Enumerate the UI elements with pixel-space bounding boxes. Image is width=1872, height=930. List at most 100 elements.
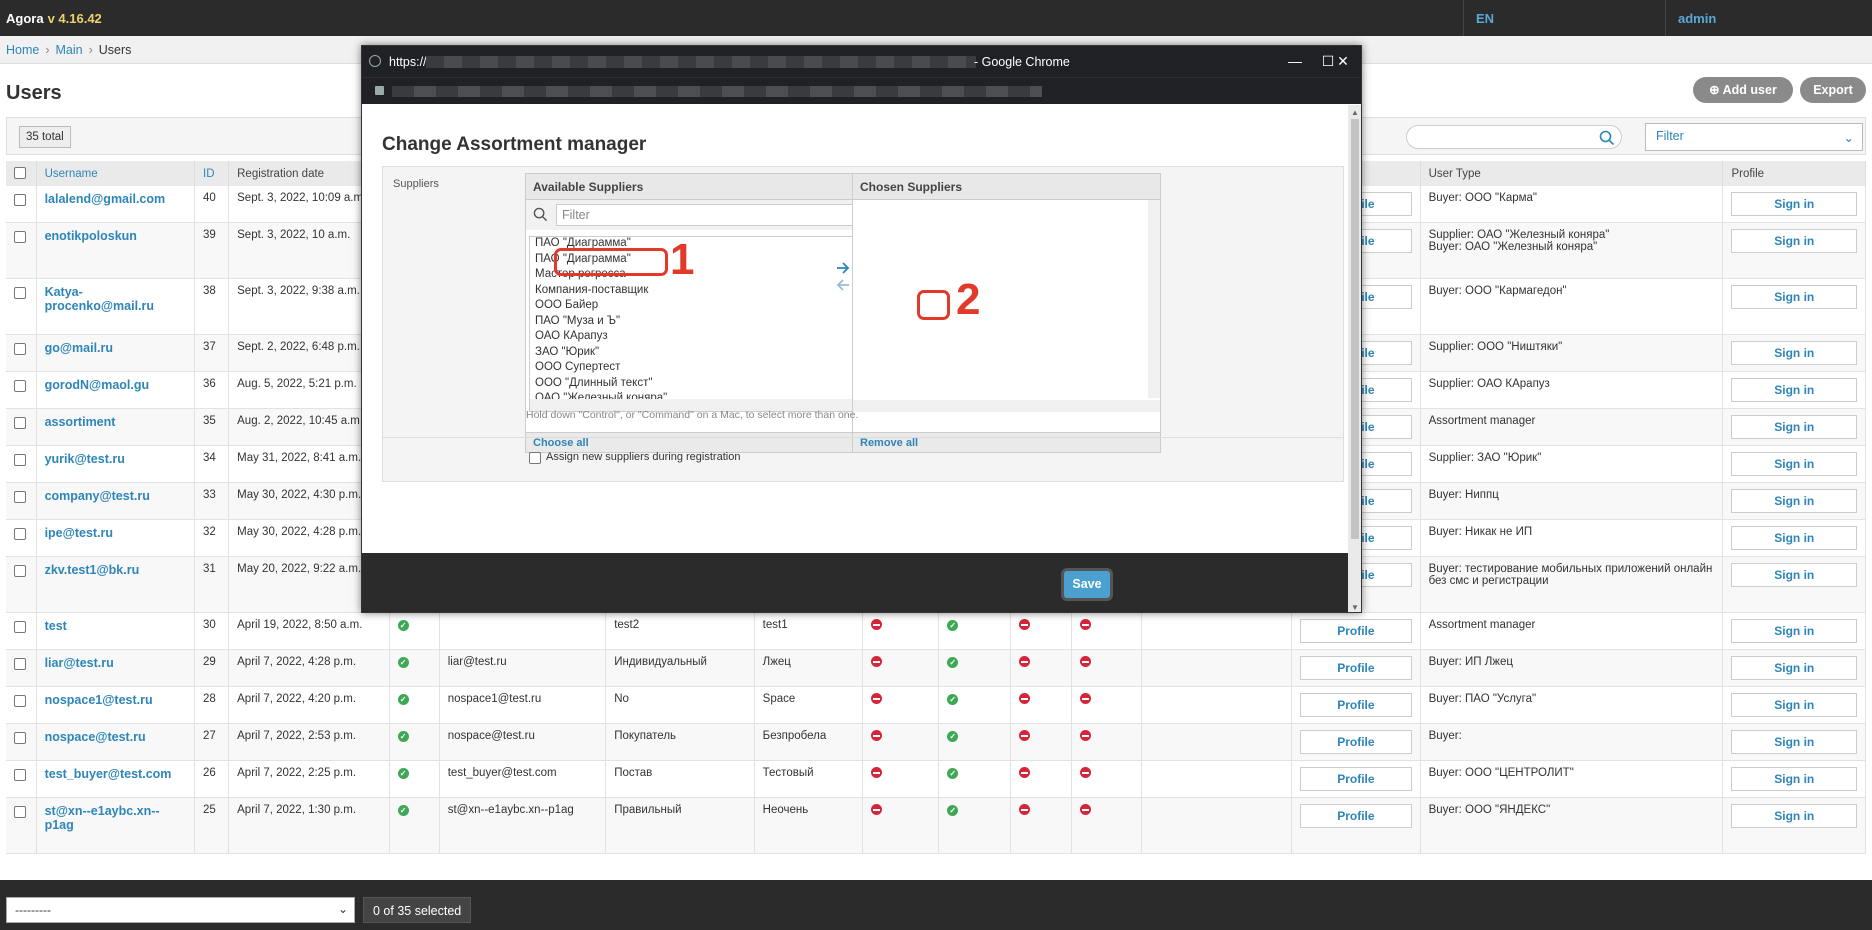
arrow-left-icon[interactable] — [835, 278, 851, 292]
available-filter-input[interactable]: Filter — [556, 204, 878, 226]
sign-in-button[interactable]: Sign in — [1731, 693, 1857, 717]
sign-in-button[interactable]: Sign in — [1731, 192, 1857, 216]
username-cell[interactable]: gorodN@maol.gu — [36, 371, 196, 409]
sign-in-button[interactable]: Sign in — [1731, 489, 1857, 513]
user-type-cell: Buyer: ООО "Кармагедон" — [1420, 278, 1724, 335]
profile-button[interactable]: Profile — [1300, 804, 1412, 828]
row-checkbox[interactable] — [14, 343, 26, 355]
sign-in-button[interactable]: Sign in — [1731, 656, 1857, 680]
username-cell[interactable]: lalalend@gmail.com — [36, 186, 196, 223]
breadcrumb-home[interactable]: Home — [6, 43, 39, 57]
table-row: nospace1@test.ru 28 April 7, 2022, 4:20 p.… — [6, 686, 1866, 724]
minimize-icon[interactable]: — — [1284, 51, 1306, 71]
close-icon[interactable]: ✕ — [1332, 51, 1354, 71]
username-cell[interactable]: nospace1@test.ru — [36, 686, 196, 724]
export-button[interactable]: Export — [1800, 77, 1866, 103]
row-checkbox[interactable] — [14, 491, 26, 503]
row-checkbox[interactable] — [14, 769, 26, 781]
row-checkbox[interactable] — [14, 806, 26, 818]
row-checkbox[interactable] — [14, 417, 26, 429]
save-button[interactable]: Save — [1064, 571, 1110, 598]
row-checkbox-cell — [6, 371, 37, 409]
supplier-option[interactable]: ООО Байер — [530, 299, 890, 315]
supplier-option[interactable]: ОАО КАрапуз — [530, 330, 890, 346]
username-cell[interactable]: enotikpoloskun — [36, 222, 196, 279]
sign-in-button[interactable]: Sign in — [1731, 526, 1857, 550]
profile-button[interactable]: Profile — [1300, 619, 1412, 643]
profile-button[interactable]: Profile — [1300, 656, 1412, 680]
scroll-down-icon[interactable]: ▼ — [1351, 603, 1359, 612]
column-username[interactable]: Username — [36, 161, 196, 186]
chosen-suppliers-box: Chosen Suppliers Remove all — [852, 173, 1161, 453]
username-cell[interactable]: st@xn--e1aybc.xn--p1ag — [36, 797, 196, 854]
sign-in-button[interactable]: Sign in — [1731, 415, 1857, 439]
profile-button[interactable]: Profile — [1300, 693, 1412, 717]
sign-in-button[interactable]: Sign in — [1731, 341, 1857, 365]
row-checkbox[interactable] — [14, 658, 26, 670]
registration-date-cell: April 7, 2022, 4:20 p.m. — [228, 686, 390, 724]
assign-new-suppliers-checkbox[interactable] — [529, 452, 541, 464]
select-all-checkbox[interactable] — [14, 167, 26, 179]
list-vertical-scrollbar[interactable] — [1148, 200, 1160, 398]
row-checkbox[interactable] — [14, 194, 26, 206]
username-cell[interactable]: test_buyer@test.com — [36, 760, 196, 798]
username-cell[interactable]: Katya-procenko@mail.ru — [36, 278, 196, 335]
supplier-option[interactable]: ООО "Длинный текст" — [530, 377, 890, 393]
scroll-up-icon[interactable]: ▲ — [1351, 108, 1359, 117]
search-icon[interactable] — [1599, 130, 1615, 146]
username-cell[interactable]: nospace@test.ru — [36, 723, 196, 761]
app-brand[interactable]: Agora v 4.16.42 — [6, 11, 102, 26]
username-cell[interactable]: yurik@test.ru — [36, 445, 196, 483]
supplier-option[interactable]: ЗАО "Юрик" — [530, 346, 890, 362]
bulk-action-select[interactable]: --------- ⌄ — [6, 897, 355, 923]
user-menu[interactable]: admin — [1665, 0, 1872, 36]
row-checkbox[interactable] — [14, 621, 26, 633]
sign-in-button[interactable]: Sign in — [1731, 804, 1857, 828]
sign-in-button[interactable]: Sign in — [1731, 730, 1857, 754]
scroll-thumb[interactable] — [1351, 119, 1359, 539]
signin-cell: Sign in — [1722, 686, 1866, 724]
no-icon — [1079, 656, 1091, 667]
row-checkbox[interactable] — [14, 231, 26, 243]
sign-in-button[interactable]: Sign in — [1731, 452, 1857, 476]
username-cell[interactable]: go@mail.ru — [36, 334, 196, 372]
profile-button[interactable]: Profile — [1300, 730, 1412, 754]
no-icon — [870, 619, 882, 630]
username-cell[interactable]: ipe@test.ru — [36, 519, 196, 557]
row-checkbox[interactable] — [14, 454, 26, 466]
supplier-option[interactable]: ООО Супертест — [530, 361, 890, 377]
add-user-button[interactable]: ⊕ Add user — [1693, 77, 1793, 103]
column-id[interactable]: ID — [194, 161, 230, 186]
popup-scrollbar[interactable]: ▲ ▼ — [1348, 105, 1361, 612]
username-cell[interactable]: company@test.ru — [36, 482, 196, 520]
sign-in-button[interactable]: Sign in — [1731, 285, 1857, 309]
id-cell: 33 — [194, 482, 230, 520]
sign-in-button[interactable]: Sign in — [1731, 767, 1857, 791]
arrow-right-icon[interactable] — [835, 261, 851, 275]
sign-in-button[interactable]: Sign in — [1731, 378, 1857, 402]
sign-in-button[interactable]: Sign in — [1731, 619, 1857, 643]
row-checkbox[interactable] — [14, 287, 26, 299]
username-cell[interactable]: liar@test.ru — [36, 649, 196, 687]
breadcrumb-main[interactable]: Main — [56, 43, 83, 57]
chosen-suppliers-list[interactable] — [853, 200, 1160, 412]
sign-in-button[interactable]: Sign in — [1731, 563, 1857, 587]
language-switcher[interactable]: EN — [1463, 0, 1665, 36]
username-cell[interactable]: zkv.test1@bk.ru — [36, 556, 196, 613]
supplier-option[interactable]: ПАО "Муза и Ъ" — [530, 315, 890, 331]
row-checkbox[interactable] — [14, 528, 26, 540]
signin-cell: Sign in — [1722, 371, 1866, 409]
total-count-badge: 35 total — [19, 126, 71, 148]
sign-in-button[interactable]: Sign in — [1731, 229, 1857, 253]
row-checkbox[interactable] — [14, 565, 26, 577]
id-cell: 29 — [194, 649, 230, 687]
list-horizontal-scrollbar[interactable] — [853, 400, 1160, 412]
row-checkbox[interactable] — [14, 732, 26, 744]
search-input[interactable] — [1406, 125, 1622, 149]
profile-button[interactable]: Profile — [1300, 767, 1412, 791]
username-cell[interactable]: test — [36, 612, 196, 650]
filter-dropdown[interactable]: Filter ⌄ — [1645, 123, 1863, 151]
row-checkbox[interactable] — [14, 695, 26, 707]
username-cell[interactable]: assortiment — [36, 408, 196, 446]
row-checkbox[interactable] — [14, 380, 26, 392]
